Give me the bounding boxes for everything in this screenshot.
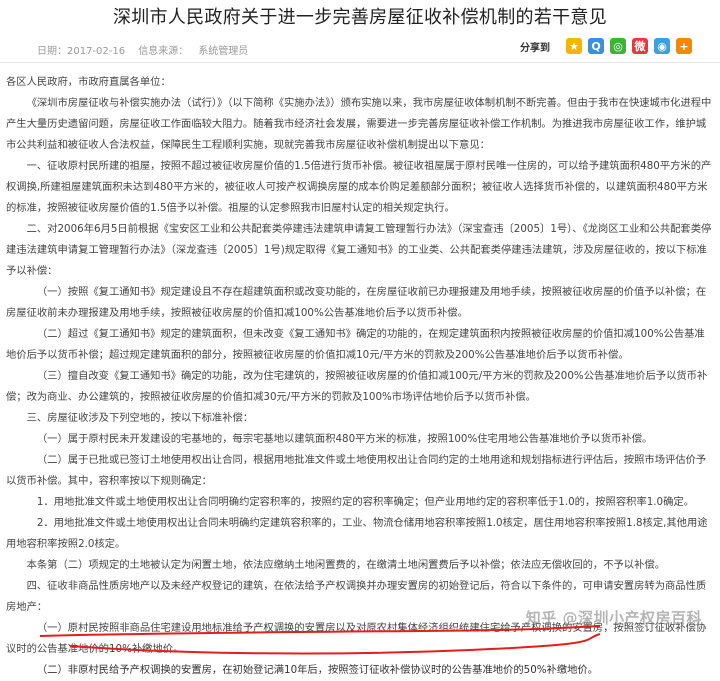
qq-icon[interactable]: Q bbox=[588, 38, 604, 54]
section-3-item-2: （二）属于已批或已签订土地使用权出让合同，根据用地批准文件或土地使用权出让合同约… bbox=[6, 454, 707, 487]
page-title: 深圳市人民政府关于进一步完善房屋征收补偿机制的若干意见 bbox=[112, 7, 608, 28]
section-3-rule-2: 2．用地批准文件或土地使用权出让合同未明确约定建筑容积率的，工业、物流仓储用地容… bbox=[6, 517, 708, 550]
section-3: 三、房屋征收涉及下列空地的，按以下标准补偿： bbox=[26, 412, 254, 424]
share-bar: 分享到 ★ Q ◎ 微 ◉ + bbox=[520, 38, 692, 54]
intro-paragraph: 《深圳市房屋征收与补偿实施办法（试行）》（以下简称《实施办法》）颁布实施以来，我… bbox=[6, 97, 712, 151]
section-3-item-1: （一）属于原村民未开发建设的宅基地的，每宗宅基地以建筑面积480平方米的标准，按… bbox=[36, 433, 653, 445]
source-label: 信息来源： bbox=[138, 46, 189, 57]
article-meta: 日期：2017-02-16 信息来源： 系统管理员 bbox=[37, 42, 258, 57]
wechat-icon[interactable]: ◎ bbox=[610, 38, 626, 54]
section-3-note: 本条第（二）项规定的土地被认定为闲置土地，依法应缴纳土地闲置费的，在缴清土地闲置… bbox=[26, 559, 665, 571]
publish-date: 日期：2017-02-16 bbox=[37, 46, 126, 57]
section-1: 一、征收原村民所建的祖屋，按照不超过被征收房屋价值的1.5倍进行货币补偿。被征收… bbox=[6, 160, 712, 214]
tencent-weibo-icon[interactable]: ◉ bbox=[654, 38, 670, 54]
watermark: 知乎 @深圳小产权房百科 bbox=[525, 609, 702, 627]
section-3-rule-1: 1．用地批准文件或土地使用权出让合同明确约定容积率的，按照约定的容积率确定；但产… bbox=[36, 496, 695, 508]
author: 系统管理员 bbox=[198, 46, 249, 57]
more-plus-icon[interactable]: + bbox=[676, 38, 692, 54]
qzone-star-icon[interactable]: ★ bbox=[566, 38, 582, 54]
section-2-item-2: （二）超过《复工通知书》规定的建筑面积，但未改变《复工通知书》确定的功能的，在规… bbox=[6, 328, 705, 361]
weibo-icon[interactable]: 微 bbox=[632, 38, 648, 54]
section-4-item-2: （二）非原村民给予产权调换的安置房，在初始登记满10年后，按照签订征收补偿协议时… bbox=[36, 664, 599, 676]
meta-bar: 日期：2017-02-16 信息来源： 系统管理员 分享到 ★ Q ◎ 微 ◉ + bbox=[0, 38, 720, 63]
article-body: 各区人民政府，市政府直属各单位： 《深圳市房屋征收与补偿实施办法（试行）》（以下… bbox=[6, 72, 714, 681]
section-2: 二、对2006年6月5日前根据《宝安区工业和公共配套类停建违法建筑申请复工管理暂… bbox=[6, 223, 712, 277]
section-2-item-3: （三）擅自改变《复工通知书》确定的功能，改为住宅建筑的，按照被征收房屋的价值扣减… bbox=[6, 370, 708, 403]
salutation: 各区人民政府，市政府直属各单位： bbox=[6, 76, 171, 88]
section-2-item-1: （一）按照《复工通知书》规定建设且不存在超建筑面积或改变功能的，在房屋征收前已办… bbox=[6, 286, 707, 319]
share-label: 分享到 bbox=[520, 42, 550, 54]
